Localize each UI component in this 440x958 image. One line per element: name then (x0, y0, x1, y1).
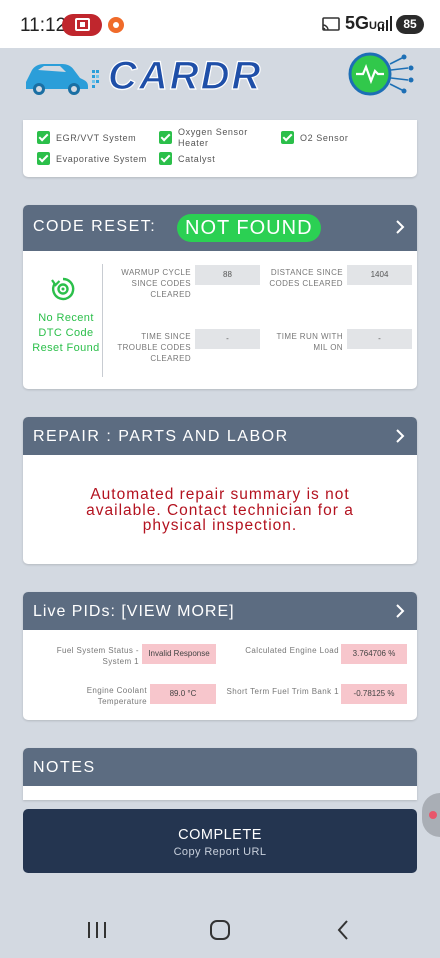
monitor-check-icon (159, 152, 172, 165)
repair-card: REPAIR : PARTS AND LABOR Automated repai… (23, 417, 417, 564)
screen-record-icon[interactable] (62, 14, 102, 36)
complete-label: COMPLETE (178, 827, 262, 843)
pid-value: -0.78125 % (341, 684, 407, 704)
network-label: 5G (345, 13, 370, 33)
monitor-check-icon (159, 131, 172, 144)
chevron-right-icon[interactable] (395, 219, 405, 235)
app-logo-text: CARDR (108, 55, 262, 95)
repair-message: Automated repair summary is not availabl… (86, 486, 354, 534)
repair-header[interactable]: REPAIR : PARTS AND LABOR (23, 417, 417, 455)
status-time: 11:12 (20, 15, 67, 36)
code-reset-message: No Recent DTC Code Reset Found (32, 312, 100, 354)
car-logo-icon (26, 64, 99, 95)
app-logo: CARDR (108, 55, 262, 95)
distance-label: DISTANCE SINCE CODES CLEARED (269, 268, 343, 288)
chevron-right-icon[interactable] (395, 428, 405, 444)
time-since-cleared-label: TIME SINCE TROUBLE CODES CLEARED (117, 332, 191, 363)
code-reset-title: CODE RESET: (33, 218, 157, 235)
live-pids-card: Live PIDs: [VIEW MORE] Fuel System Statu… (23, 592, 417, 720)
system-nav-bar (0, 902, 440, 958)
code-reset-card: CODE RESET: NOT FOUND No Recent DTC Code… (23, 205, 417, 389)
time-mil-on-value: - (347, 329, 412, 349)
chevron-right-icon[interactable] (395, 603, 405, 619)
signal-icon (378, 16, 392, 31)
notes-card: NOTES (23, 748, 417, 800)
code-reset-header[interactable]: CODE RESET: NOT FOUND (23, 205, 417, 251)
repair-title: REPAIR : PARTS AND LABOR (33, 428, 289, 445)
recent-apps-icon[interactable] (86, 919, 108, 941)
pid-label: Fuel System Status - System 1 (56, 646, 139, 666)
time-mil-on-label: TIME RUN WITH MIL ON (276, 332, 343, 352)
notes-title: NOTES (33, 759, 96, 776)
live-pids-title[interactable]: Live PIDs: [VIEW MORE] (33, 603, 235, 621)
status-bar: 11:12 5GUC 85 (0, 0, 440, 48)
monitors-card: EGR/VVT System Oxygen Sensor Heater O2 S… (23, 120, 417, 177)
pid-label: Calculated Engine Load (245, 646, 339, 655)
pid-value: Invalid Response (142, 644, 216, 664)
battery-indicator: 85 (396, 15, 424, 34)
vertical-divider (102, 264, 103, 377)
monitor-label: Oxygen Sensor Heater (178, 127, 248, 148)
time-since-cleared-value: - (195, 329, 260, 349)
distance-value: 1404 (347, 265, 412, 285)
app-header: CARDR (0, 48, 440, 118)
pid-label: Engine Coolant Temperature (86, 686, 147, 706)
home-icon[interactable] (208, 918, 232, 942)
monitor-check-icon (37, 131, 50, 144)
reset-gear-icon (51, 277, 75, 301)
cast-icon (322, 17, 340, 31)
monitor-label: Catalyst (178, 154, 216, 164)
record-dot-icon (429, 811, 437, 819)
notes-header[interactable]: NOTES (23, 748, 417, 786)
warmup-cycle-value: 88 (195, 265, 260, 285)
code-reset-status-badge: NOT FOUND (177, 214, 321, 242)
floating-assist-button[interactable] (422, 793, 440, 837)
monitor-check-icon (37, 152, 50, 165)
complete-button[interactable]: COMPLETE Copy Report URL (23, 809, 417, 873)
monitor-label: EGR/VVT System (56, 133, 137, 143)
diagnostics-icon[interactable] (346, 50, 420, 98)
live-pids-header[interactable]: Live PIDs: [VIEW MORE] (23, 592, 417, 630)
monitor-check-icon (281, 131, 294, 144)
app-notification-icon (108, 17, 124, 33)
pid-value: 3.764706 % (341, 644, 407, 664)
monitor-label: Evaporative System (56, 154, 147, 164)
copy-report-url-label: Copy Report URL (173, 846, 267, 858)
pid-label: Short Term Fuel Trim Bank 1 (226, 687, 339, 696)
back-icon[interactable] (334, 918, 352, 942)
pid-value: 89.0 °C (150, 684, 216, 704)
monitor-label: O2 Sensor (300, 133, 349, 143)
warmup-cycle-label: WARMUP CYCLE SINCE CODES CLEARED (121, 268, 191, 299)
